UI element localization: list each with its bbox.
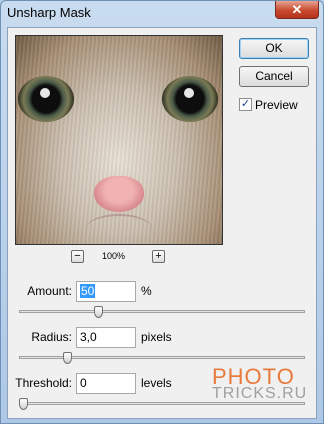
threshold-value: 0 bbox=[80, 376, 87, 390]
ok-button[interactable]: OK bbox=[239, 38, 309, 59]
zoom-level-label: 100% bbox=[102, 251, 126, 261]
preview-checkbox-label[interactable]: Preview bbox=[255, 98, 298, 112]
threshold-input[interactable]: 0 bbox=[76, 373, 136, 394]
amount-label: Amount: bbox=[27, 284, 72, 298]
watermark-line2: TRICKS.RU bbox=[212, 385, 308, 402]
threshold-label: Threshold: bbox=[15, 376, 72, 390]
radius-label: Radius: bbox=[31, 330, 72, 344]
threshold-slider[interactable] bbox=[19, 402, 305, 405]
dialog-title: Unsharp Mask bbox=[7, 5, 91, 20]
preview-image[interactable] bbox=[15, 35, 223, 245]
watermark-line1: PHOTO bbox=[212, 364, 295, 389]
close-icon: ✕ bbox=[291, 2, 303, 17]
cat-right-eye bbox=[162, 76, 218, 122]
threshold-slider-thumb[interactable] bbox=[19, 398, 28, 410]
checkmark-icon: ✓ bbox=[240, 98, 251, 110]
unsharp-mask-dialog: Unsharp Mask ✕ − 100% + OK Cancel ✓ Prev… bbox=[0, 0, 324, 424]
radius-value: 3,0 bbox=[80, 330, 97, 344]
amount-input[interactable]: 50 bbox=[76, 281, 136, 302]
zoom-out-button[interactable]: − bbox=[71, 250, 84, 263]
amount-slider[interactable] bbox=[19, 310, 305, 313]
close-button[interactable]: ✕ bbox=[275, 1, 319, 19]
amount-value: 50 bbox=[80, 284, 96, 298]
dialog-body: − 100% + OK Cancel ✓ Preview Amount: 50 … bbox=[7, 27, 317, 419]
cat-mouth bbox=[86, 214, 152, 244]
zoom-in-button[interactable]: + bbox=[152, 250, 165, 263]
radius-unit: pixels bbox=[141, 330, 172, 344]
watermark-logo: PHOTO TRICKS.RU bbox=[212, 364, 308, 403]
radius-input[interactable]: 3,0 bbox=[76, 327, 136, 348]
preview-fur-texture bbox=[16, 36, 222, 244]
cancel-button[interactable]: Cancel bbox=[239, 66, 309, 87]
radius-slider-thumb[interactable] bbox=[63, 352, 73, 364]
threshold-unit: levels bbox=[141, 376, 172, 390]
cat-nose bbox=[94, 176, 144, 212]
preview-checkbox[interactable]: ✓ bbox=[239, 98, 252, 111]
amount-slider-thumb[interactable] bbox=[93, 306, 103, 318]
amount-unit: % bbox=[141, 284, 152, 298]
radius-slider[interactable] bbox=[19, 356, 305, 359]
cat-left-eye bbox=[18, 76, 74, 122]
title-bar[interactable]: Unsharp Mask ✕ bbox=[1, 1, 323, 27]
